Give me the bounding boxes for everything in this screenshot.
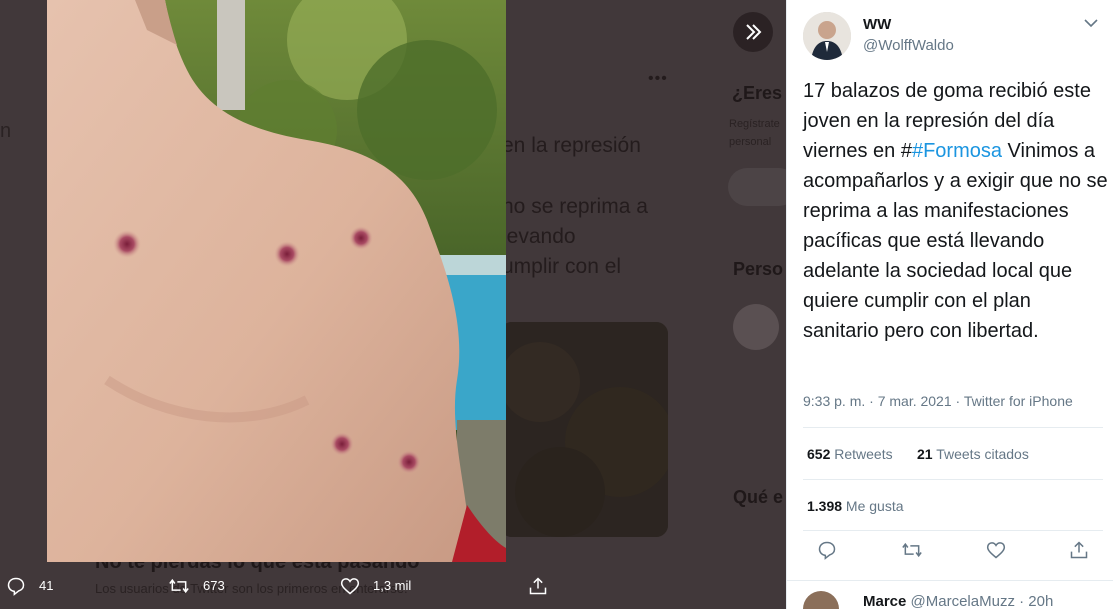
tweet-photo[interactable] <box>47 0 506 562</box>
reply-icon <box>7 577 25 596</box>
likes-count: 1.398 <box>807 498 843 514</box>
bg-text-line: en la represión <box>502 134 641 157</box>
bg-sidebar-prompt: ¿Eres <box>732 83 783 103</box>
reply-button[interactable] <box>817 540 837 565</box>
chevron-down-icon <box>1084 19 1098 28</box>
reply-icon <box>818 541 836 560</box>
tweet-actions <box>803 540 1103 565</box>
media-like-count: 1,3 mil <box>373 578 412 593</box>
media-share-button[interactable] <box>528 562 561 609</box>
avatar[interactable] <box>803 591 839 609</box>
bg-text-line: levando <box>502 225 576 248</box>
divider <box>803 427 1103 428</box>
media-retweet-button[interactable]: 673 <box>168 562 225 609</box>
tweet-detail-panel: WW @WolffWaldo 17 balazos de goma recibi… <box>786 0 1113 609</box>
media-like-button[interactable]: 1,3 mil <box>340 562 411 609</box>
more-icon: ••• <box>648 70 668 87</box>
likes-label: Me gusta <box>842 498 904 514</box>
tweet-text-part: Vinimos a acompañarlos y a exigir que no… <box>803 140 1108 342</box>
bg-trends-heading: Qué e <box>733 487 784 507</box>
bg-text-line: umplir con el <box>502 255 622 278</box>
reply-handle: @MarcelaMuzz · 20h <box>910 593 1054 609</box>
reply-display-name: Marce <box>863 593 907 609</box>
like-button[interactable] <box>986 540 1006 565</box>
media-action-bar: 41 673 1,3 mil <box>0 562 786 609</box>
user-handle[interactable]: @WolffWaldo <box>863 37 954 54</box>
share-icon <box>1070 541 1088 559</box>
share-button[interactable] <box>1069 540 1089 565</box>
bg-signup-button <box>728 168 786 206</box>
reply-tweet[interactable]: Marce @MarcelaMuzz · 20h <box>787 580 1113 609</box>
retweets-stat[interactable]: 652 Retweets <box>807 446 893 462</box>
bg-text-line: no se reprima a <box>502 195 648 218</box>
retweets-label: Retweets <box>830 446 893 462</box>
hashtag-link[interactable]: #Formosa <box>912 140 1002 162</box>
double-chevron-right-icon <box>746 24 762 40</box>
more-options-button[interactable] <box>1082 14 1100 32</box>
divider <box>803 479 1103 480</box>
media-reply-button[interactable]: 41 <box>6 562 53 609</box>
tweet-text: 17 balazos de goma recibió este joven en… <box>803 76 1111 346</box>
bg-people-heading: Perso <box>733 259 784 279</box>
divider <box>803 530 1103 531</box>
bg-avatar <box>733 304 779 350</box>
retweet-icon <box>901 542 922 558</box>
expand-panel-button[interactable] <box>733 12 773 52</box>
heart-icon <box>340 577 360 594</box>
quotes-count: 21 <box>917 446 933 462</box>
retweet-icon <box>169 578 189 593</box>
reply-author[interactable]: Marce @MarcelaMuzz · 20h <box>863 593 1053 609</box>
bg-sidebar-small: personal <box>729 136 772 148</box>
media-reply-count: 41 <box>39 578 54 593</box>
avatar[interactable] <box>803 12 851 60</box>
bg-sidebar-small: Regístrate <box>729 118 780 130</box>
bg-media-thumbnail <box>500 322 668 537</box>
retweets-count: 652 <box>807 446 831 462</box>
heart-icon <box>987 542 1006 559</box>
quotes-label: Tweets citados <box>932 446 1029 462</box>
likes-stat[interactable]: 1.398 Me gusta <box>807 498 904 514</box>
share-icon <box>529 576 547 594</box>
user-display-name[interactable]: WW <box>863 16 891 33</box>
bg-left-fragment: n <box>0 120 12 142</box>
media-retweet-count: 673 <box>203 578 225 593</box>
tweet-timestamp[interactable]: 9:33 p. m. · 7 mar. 2021 · Twitter for i… <box>803 393 1073 409</box>
retweet-button[interactable] <box>900 540 924 565</box>
quotes-stat[interactable]: 21 Tweets citados <box>917 446 1029 462</box>
